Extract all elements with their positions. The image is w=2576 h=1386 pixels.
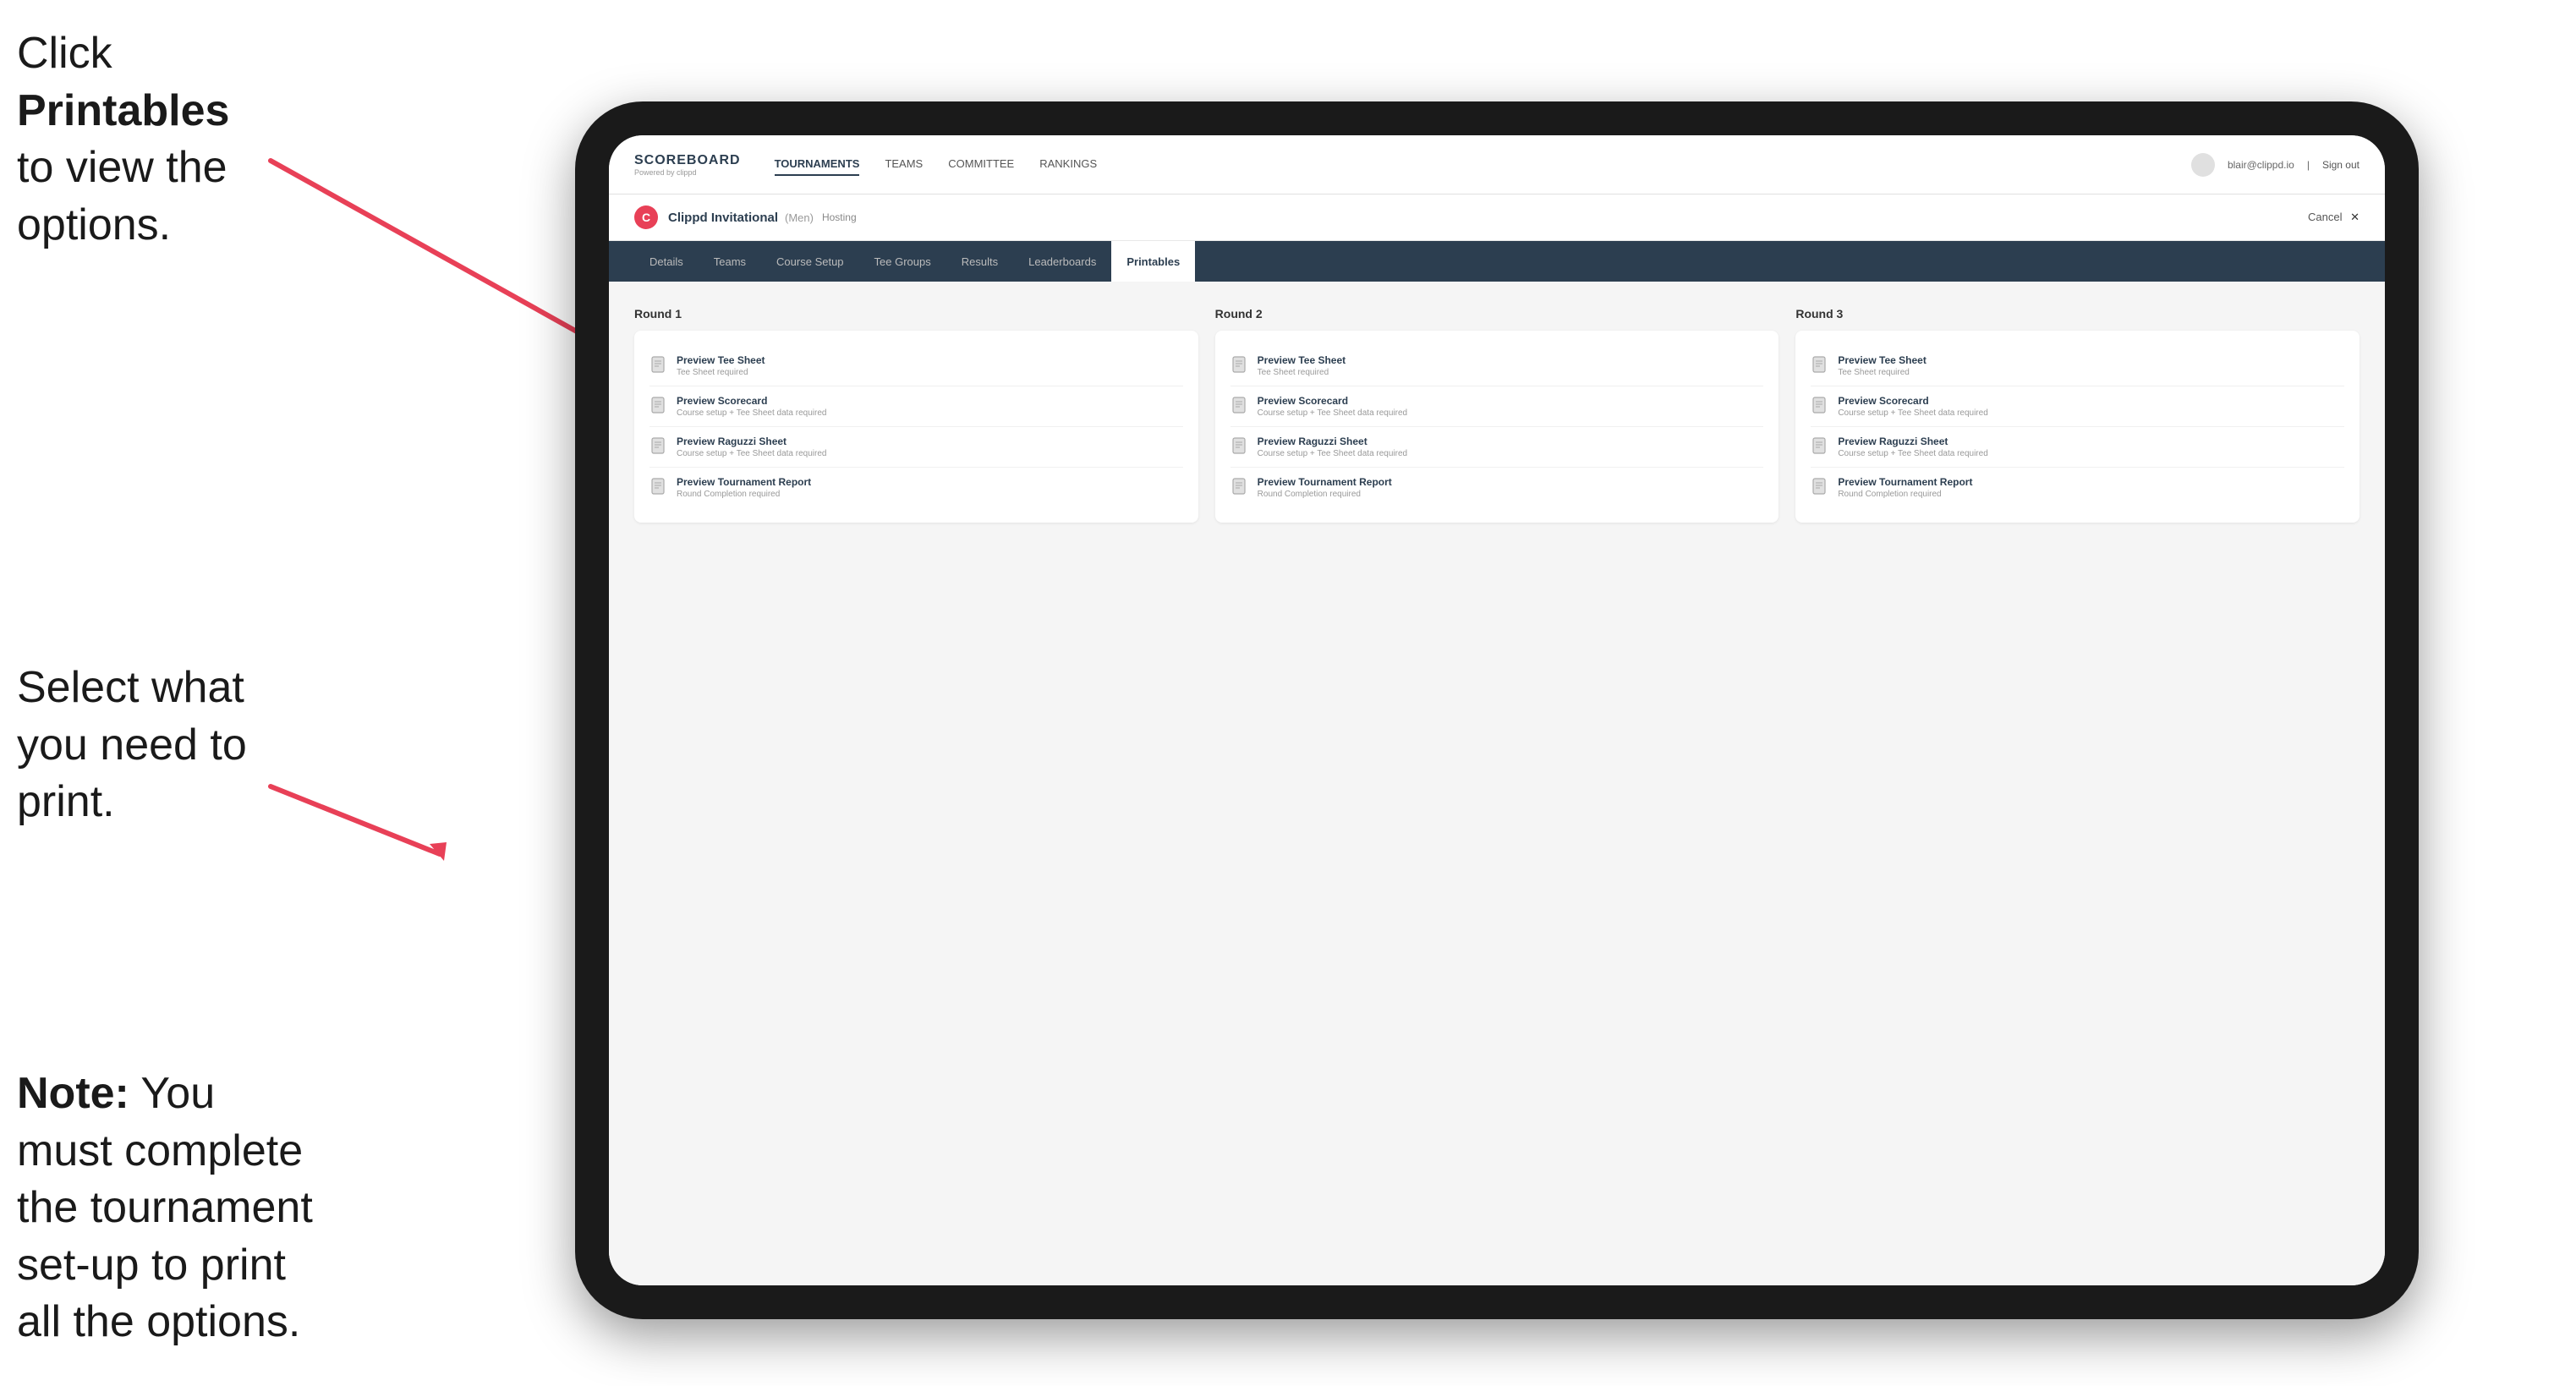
tab-bar: Details Teams Course Setup Tee Groups Re… (609, 241, 2385, 282)
cancel-button[interactable]: Cancel ✕ (2308, 211, 2360, 224)
document-icon-3 (649, 436, 668, 455)
round-1-scorecard[interactable]: Preview Scorecard Course setup + Tee She… (649, 386, 1183, 427)
round-3-column: Round 3 Preview Tee Sheet Tee S (1795, 307, 2360, 523)
document-icon-10 (1811, 396, 1829, 414)
nav-link-committee[interactable]: COMMITTEE (948, 153, 1014, 176)
nav-separator: | (2307, 159, 2310, 171)
tablet-screen: SCOREBOARD Powered by clippd TOURNAMENTS… (609, 135, 2385, 1285)
round-1-tournament-report[interactable]: Preview Tournament Report Round Completi… (649, 468, 1183, 507)
tab-results[interactable]: Results (946, 241, 1013, 282)
printables-bold: Printables (17, 86, 229, 135)
note-bold: Note: (17, 1069, 129, 1118)
sign-out-link[interactable]: Sign out (2322, 159, 2360, 171)
document-icon-4 (649, 477, 668, 496)
nav-link-tournaments[interactable]: TOURNAMENTS (775, 153, 860, 176)
document-icon-2 (649, 396, 668, 414)
document-icon-6 (1230, 396, 1249, 414)
round-2-column: Round 2 Preview Tee Sheet Tee S (1215, 307, 1779, 523)
round-2-tee-sheet[interactable]: Preview Tee Sheet Tee Sheet required (1230, 346, 1764, 386)
round-2-scorecard[interactable]: Preview Scorecard Course setup + Tee She… (1230, 386, 1764, 427)
tournament-name: Clippd Invitational (668, 211, 778, 225)
main-content: Round 1 Preview Tee Sheet Tee S (609, 282, 2385, 1285)
round-3-raguzzi[interactable]: Preview Raguzzi Sheet Course setup + Tee… (1811, 427, 2344, 468)
tournament-sub: (Men) (785, 211, 814, 224)
user-email: blair@clippd.io (2228, 159, 2294, 171)
document-icon-7 (1230, 436, 1249, 455)
document-icon-12 (1811, 477, 1829, 496)
round-1-tee-sheet[interactable]: Preview Tee Sheet Tee Sheet required (649, 346, 1183, 386)
user-avatar (2191, 153, 2215, 177)
document-icon-11 (1811, 436, 1829, 455)
top-nav-links: TOURNAMENTS TEAMS COMMITTEE RANKINGS (775, 153, 2191, 176)
round-2-card: Preview Tee Sheet Tee Sheet required (1215, 331, 1779, 523)
top-nav-right: blair@clippd.io | Sign out (2191, 153, 2360, 177)
tournament-status: Hosting (822, 211, 857, 223)
round-1-title: Round 1 (634, 307, 1198, 320)
nav-link-rankings[interactable]: RANKINGS (1039, 153, 1097, 176)
tab-leaderboards[interactable]: Leaderboards (1013, 241, 1111, 282)
round-2-title: Round 2 (1215, 307, 1779, 320)
tab-printables[interactable]: Printables (1111, 241, 1195, 282)
round-3-scorecard[interactable]: Preview Scorecard Course setup + Tee She… (1811, 386, 2344, 427)
round-2-tournament-report[interactable]: Preview Tournament Report Round Completi… (1230, 468, 1764, 507)
round-1-column: Round 1 Preview Tee Sheet Tee S (634, 307, 1198, 523)
tablet-frame: SCOREBOARD Powered by clippd TOURNAMENTS… (575, 101, 2419, 1319)
arrow-middle (254, 761, 465, 888)
top-nav: SCOREBOARD Powered by clippd TOURNAMENTS… (609, 135, 2385, 194)
tournament-bar: C Clippd Invitational (Men) Hosting Canc… (609, 194, 2385, 241)
tab-course-setup[interactable]: Course Setup (761, 241, 859, 282)
brand-sub: Powered by clippd (634, 168, 741, 177)
instruction-middle: Select what you need to print. (17, 660, 279, 831)
nav-link-teams[interactable]: TEAMS (885, 153, 923, 176)
cancel-x-icon: ✕ (2350, 211, 2360, 223)
document-icon (649, 355, 668, 374)
round-3-title: Round 3 (1795, 307, 2360, 320)
brand-title: SCOREBOARD (634, 153, 741, 168)
document-icon-5 (1230, 355, 1249, 374)
round-1-raguzzi[interactable]: Preview Raguzzi Sheet Course setup + Tee… (649, 427, 1183, 468)
round-3-tournament-report[interactable]: Preview Tournament Report Round Completi… (1811, 468, 2344, 507)
instruction-top: Click Printables to view the options. (17, 25, 271, 254)
document-icon-8 (1230, 477, 1249, 496)
document-icon-9 (1811, 355, 1829, 374)
round-3-tee-sheet[interactable]: Preview Tee Sheet Tee Sheet required (1811, 346, 2344, 386)
rounds-grid: Round 1 Preview Tee Sheet Tee S (634, 307, 2360, 523)
tab-teams[interactable]: Teams (699, 241, 761, 282)
tab-details[interactable]: Details (634, 241, 699, 282)
tab-tee-groups[interactable]: Tee Groups (859, 241, 946, 282)
brand: SCOREBOARD Powered by clippd (634, 153, 741, 177)
instruction-bottom: Note: You must complete the tournament s… (17, 1066, 313, 1351)
round-1-card: Preview Tee Sheet Tee Sheet required (634, 331, 1198, 523)
round-2-raguzzi[interactable]: Preview Raguzzi Sheet Course setup + Tee… (1230, 427, 1764, 468)
tournament-logo: C (634, 205, 658, 229)
round-3-card: Preview Tee Sheet Tee Sheet required (1795, 331, 2360, 523)
